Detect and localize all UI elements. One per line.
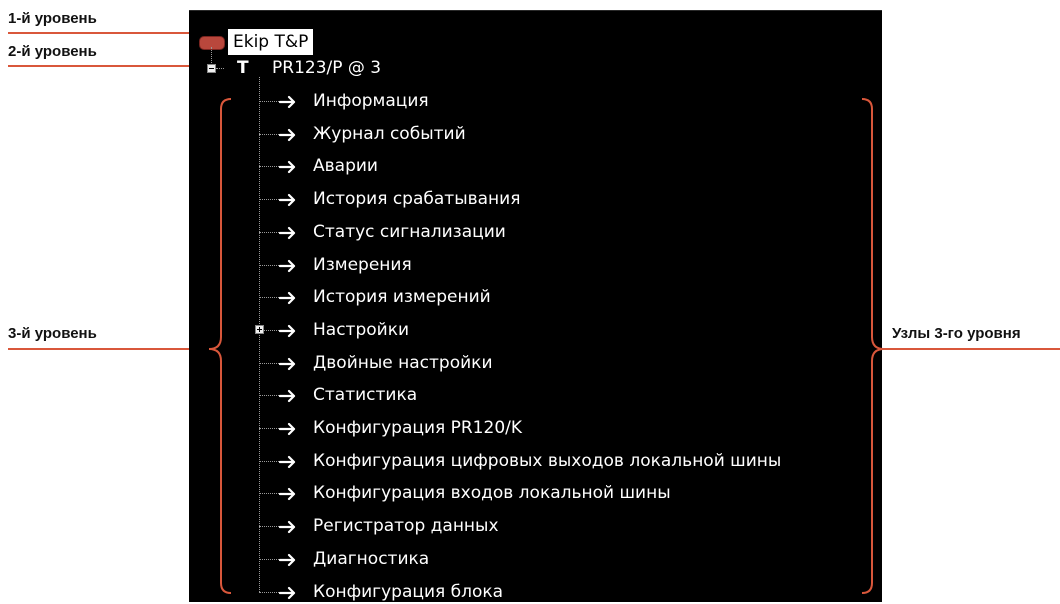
tree-connector	[259, 591, 279, 593]
annotation-line-level-1	[8, 32, 198, 34]
tree-connector	[259, 101, 279, 102]
tree-item[interactable]: Статистика	[189, 383, 879, 407]
arrow-icon	[279, 586, 296, 599]
tree-item-label: История измерений	[313, 287, 491, 308]
tree-item-label: Конфигурация PR120/K	[313, 418, 523, 438]
tree-item[interactable]: Конфигурация блока	[189, 580, 879, 604]
arrow-icon	[279, 488, 296, 501]
tree-item-label: Конфигурация блока	[313, 581, 504, 602]
arrow-icon	[279, 161, 296, 174]
annotation-level-2: 2-й уровень	[8, 43, 97, 60]
annotation-line-level-3	[8, 348, 210, 350]
tree-item[interactable]: Двойные настройки	[189, 351, 879, 375]
tree-item-label: Настройки	[313, 319, 410, 340]
arrow-icon	[279, 292, 296, 305]
tree-connector	[259, 460, 279, 462]
arrow-icon	[279, 390, 296, 403]
tree-item-label: Измерения	[313, 254, 412, 275]
tree-item-label: Информация	[313, 91, 429, 111]
annotation-level-3-nodes: Узлы 3-го уровня	[892, 325, 1021, 342]
tree-item-label: Двойные настройки	[313, 352, 493, 373]
tree-connector	[216, 68, 224, 69]
tree-item[interactable]: Журнал событий	[189, 122, 879, 146]
tree-connector	[259, 231, 279, 233]
bracket-left	[208, 98, 232, 594]
arrow-icon	[279, 95, 296, 109]
tree-item[interactable]: Конфигурация входов локальной шины	[189, 481, 879, 505]
tree-item-label: Регистратор данных	[313, 516, 499, 537]
tree-connector	[259, 526, 279, 528]
tree-item[interactable]: Конфигурация цифровых выходов локальной …	[189, 449, 879, 473]
tree-item-label: Диагностика	[313, 548, 430, 569]
tree-item-label: Журнал событий	[313, 123, 466, 144]
tree-item[interactable]: Аварии	[189, 154, 879, 178]
tree-connector	[259, 166, 279, 168]
collapse-icon[interactable]	[207, 64, 216, 73]
tree-connector	[259, 133, 279, 135]
tree-device-node[interactable]: PR123/P @ 3	[272, 58, 381, 78]
tree-connector	[259, 428, 279, 429]
tree-item-label: История срабатывания	[313, 189, 521, 210]
arrow-icon	[279, 226, 296, 239]
tree-item-label: Аварии	[313, 156, 378, 177]
tree-connector	[259, 362, 279, 364]
tree-item-label: Конфигурация цифровых выходов локальной …	[313, 450, 782, 471]
arrow-icon	[279, 357, 296, 370]
tree-item[interactable]: Статус сигнализации	[189, 220, 879, 244]
tree-root-node[interactable]: Ekip T&P	[228, 29, 314, 55]
tree-connector	[259, 297, 279, 299]
arrow-icon	[279, 259, 296, 272]
tree-item[interactable]: Конфигурация PR120/K	[189, 416, 879, 440]
tree-connector	[259, 558, 279, 560]
tree-item[interactable]: Диагностика	[189, 547, 879, 571]
tree-item[interactable]: Информация	[189, 89, 879, 113]
t-icon: T	[237, 58, 249, 78]
arrow-icon	[279, 520, 296, 534]
tree-item[interactable]: Регистратор данных	[189, 514, 879, 538]
arrow-icon	[279, 324, 296, 337]
tree-item[interactable]: Настройки	[189, 318, 879, 342]
annotation-level-3: 3-й уровень	[8, 325, 97, 342]
tree-item[interactable]: Измерения	[189, 253, 879, 277]
tree-item[interactable]: История измерений	[189, 285, 879, 309]
tree-item[interactable]: История срабатывания	[189, 187, 879, 211]
tree-connector	[259, 395, 279, 397]
tree-connector	[259, 493, 279, 495]
arrow-icon	[279, 553, 296, 566]
annotation-line-level-3-nodes	[882, 348, 1060, 350]
tree-connector	[259, 264, 279, 266]
tree-item-label: Статус сигнализации	[313, 221, 506, 242]
tree-connector	[211, 47, 212, 63]
tree-item-label: Конфигурация входов локальной шины	[313, 483, 671, 504]
tree-view-panel[interactable]: Ekip T&P T PR123/P @ 3 Информация Журнал …	[189, 10, 882, 602]
tree-connector	[259, 199, 279, 201]
tree-item-label: Статистика	[313, 385, 418, 406]
arrow-icon	[279, 422, 296, 436]
annotation-line-level-2	[8, 65, 198, 67]
arrow-icon	[279, 128, 296, 141]
arrow-icon	[279, 193, 296, 207]
arrow-icon	[279, 455, 296, 468]
annotation-level-1: 1-й уровень	[8, 10, 97, 27]
device-icon	[199, 36, 225, 50]
expand-icon[interactable]	[255, 324, 264, 334]
bracket-right	[861, 98, 885, 594]
